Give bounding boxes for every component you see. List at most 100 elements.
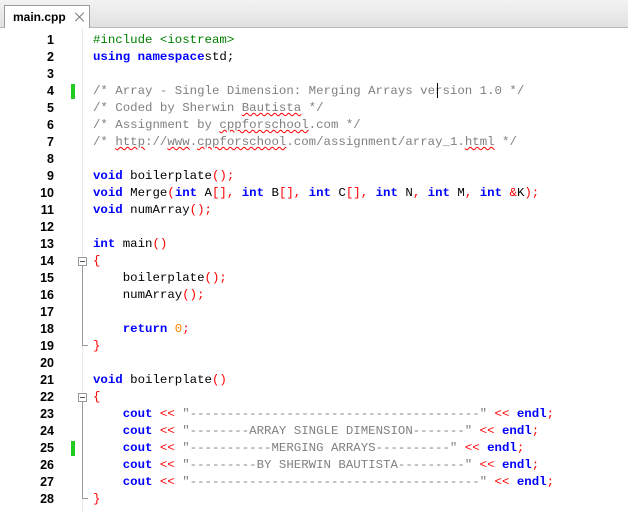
code-text: cout << "-------------------------------… [93,474,554,491]
code-token: ; [546,407,555,421]
code-line[interactable]: 4 /* Array - Single Dimension: Merging Ar… [0,83,628,100]
fold-end-main [82,345,88,346]
line-number: 14 [40,254,54,268]
code-text: return 0; [93,321,190,338]
code-text: cout << "-----------MERGING ARRAYS------… [93,440,525,457]
code-token: (); [211,169,235,183]
line-number: 20 [40,356,54,370]
code-token: N [397,186,413,200]
fold-toggle-main[interactable] [78,257,87,266]
code-token: endl [509,407,547,421]
code-line[interactable]: 27 cout << "----------------------------… [0,474,628,491]
code-token: http [115,135,146,149]
code-line[interactable]: 20 [0,355,628,372]
line-number: 24 [40,424,54,438]
code-text: using namespacestd; [93,49,234,66]
code-token: main [115,237,153,251]
code-line[interactable]: 6 /* Assignment by cppforschool.com */ [0,117,628,134]
code-token: :// [145,135,168,149]
code-token: << [152,407,175,421]
code-token: cppforschool [219,118,309,132]
code-line[interactable]: 3 [0,66,628,83]
close-icon[interactable] [75,12,85,22]
code-editor[interactable]: 1 #include <iostream> 2 using namespacestd;… [0,28,628,512]
code-line[interactable]: 18 return 0; [0,321,628,338]
code-token: () [211,373,227,387]
code-line[interactable]: 23 cout << "----------------------------… [0,406,628,423]
code-line[interactable]: 1 #include <iostream> [0,32,628,49]
code-line[interactable]: 19} [0,338,628,355]
code-token: C [331,186,346,200]
code-line[interactable]: 28} [0,491,628,508]
line-number: 23 [40,407,54,421]
change-marker [71,441,75,456]
code-text: cout << "---------BY SHERWIN BAUTISTA---… [93,457,539,474]
code-token: (); [182,288,205,302]
line-number: 15 [40,271,54,285]
code-line[interactable]: 17 [0,304,628,321]
code-token: << [487,407,510,421]
code-text: void numArray(); [93,202,212,219]
code-line[interactable]: 10 void Merge(int A[], int B[], int C[], … [0,185,628,202]
code-line[interactable]: 2 using namespacestd; [0,49,628,66]
line-number: 1 [47,33,54,47]
code-line[interactable]: 25 cout << "-----------MERGING ARRAYS---… [0,440,628,457]
line-number: 25 [40,441,54,455]
code-token: Bautista [241,101,302,115]
code-token: void [93,169,123,183]
code-token: B [264,186,279,200]
code-token: ; [546,475,555,489]
code-text: { [93,253,100,270]
code-token: "---------------------------------------… [174,407,488,421]
code-line[interactable]: 16 numArray(); [0,287,628,304]
code-token: << [472,424,495,438]
code-token: ; [516,441,525,455]
fold-toggle-boilerplate[interactable] [78,393,87,402]
code-token: cppforschool [197,135,287,149]
code-text: void Merge(int A[], int B[], int C[], in… [93,185,539,202]
code-text: /* Coded by Sherwin Bautista */ [93,100,324,117]
code-line[interactable]: 8 [0,151,628,168]
code-text: { [93,389,100,406]
code-line[interactable]: 5 /* Coded by Sherwin Bautista */ [0,100,628,117]
code-token: ); [524,186,540,200]
code-text: numArray(); [93,287,205,304]
line-number: 5 [47,101,54,115]
code-token: numArray [93,288,183,302]
line-number: 10 [40,186,54,200]
code-line[interactable]: 15 boilerplate(); [0,270,628,287]
code-token: endl [494,458,532,472]
code-token: html [464,135,495,149]
line-number: 19 [40,339,54,353]
code-token: "---------------------------------------… [174,475,488,489]
code-token: Merge [122,186,168,200]
code-token: << [152,441,175,455]
code-token: void [93,373,123,387]
code-line[interactable]: 11 void numArray(); [0,202,628,219]
code-token: ; [531,424,540,438]
code-line[interactable]: 24 cout << "--------ARRAY SINGLE DIMENSI… [0,423,628,440]
code-line[interactable]: 22 { [0,389,628,406]
code-line[interactable]: 12 [0,219,628,236]
code-token: int [301,186,331,200]
line-number: 12 [40,220,54,234]
code-line[interactable]: 9 void boilerplate(); [0,168,628,185]
line-number: 13 [40,237,54,251]
code-token: .com */ [308,118,361,132]
code-text: } [93,338,100,355]
code-token: [], [212,186,235,200]
code-token: www [167,135,190,149]
code-text: /* http://www.cppforschool.com/assignmen… [93,134,517,151]
code-line[interactable]: 14 { [0,253,628,270]
code-token: . [189,135,198,149]
code-token: (); [204,271,227,285]
code-token: "-----------MERGING ARRAYS----------" [174,441,458,455]
code-token: << [152,475,175,489]
code-line[interactable]: 26 cout << "---------BY SHERWIN BAUTISTA… [0,457,628,474]
code-line[interactable]: 7 /* http://www.cppforschool.com/assignme… [0,134,628,151]
tab-main-cpp[interactable]: main.cpp [4,5,90,28]
code-line[interactable]: 13 int main() [0,236,628,253]
code-token: "---------BY SHERWIN BAUTISTA---------" [174,458,473,472]
code-token: boilerplate [122,373,212,387]
code-line[interactable]: 21 void boilerplate() [0,372,628,389]
